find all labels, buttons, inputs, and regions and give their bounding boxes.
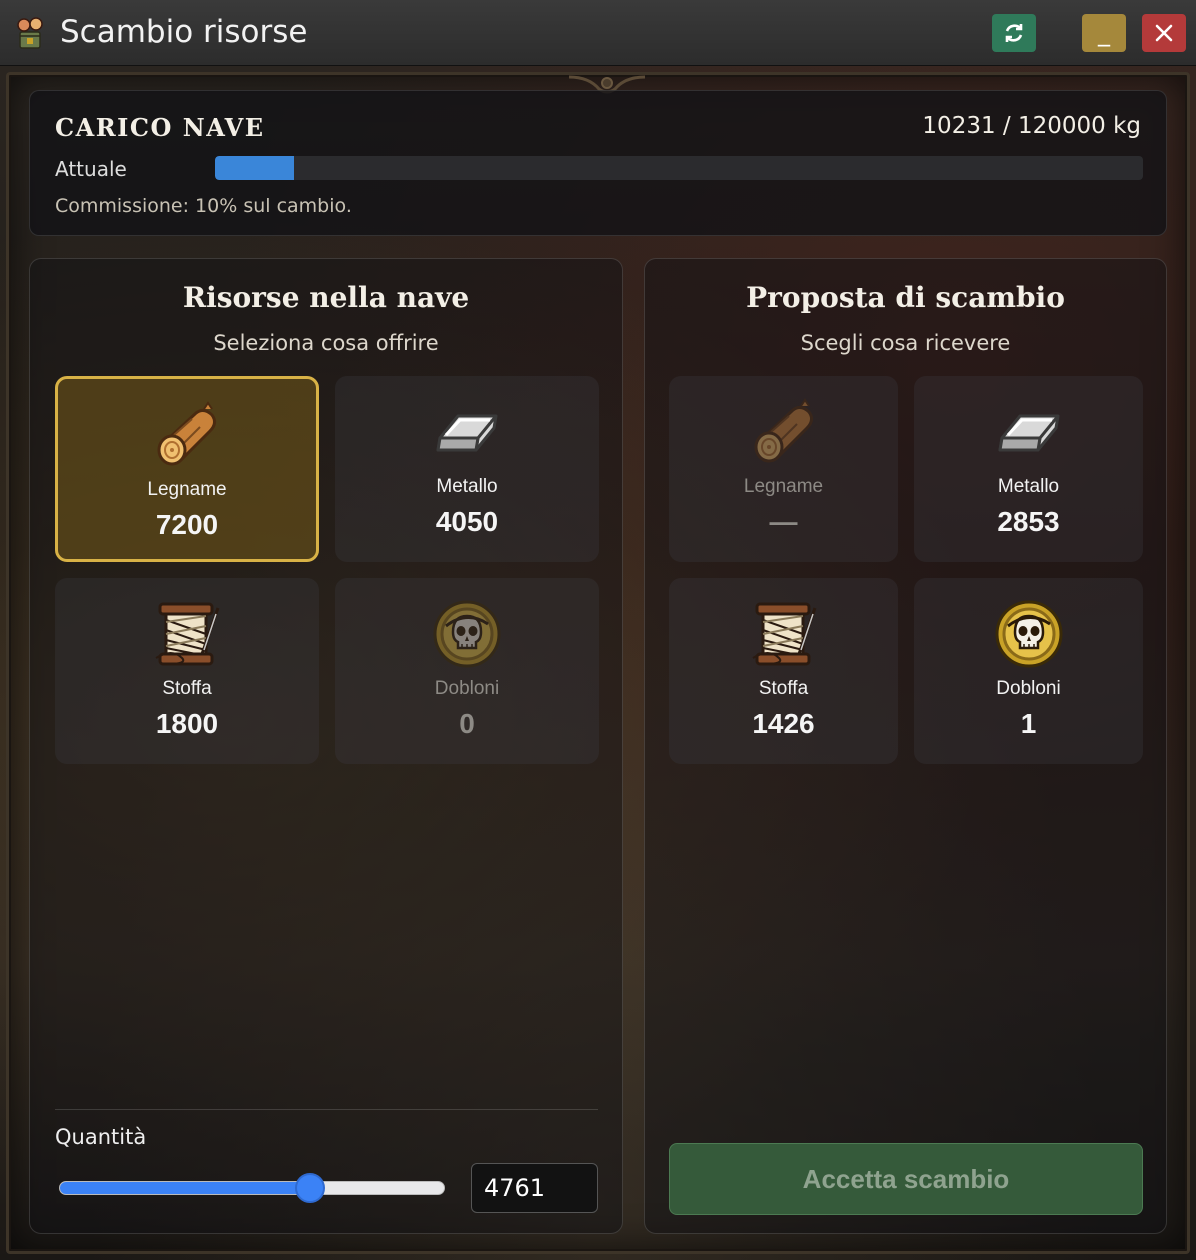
- receive-card-value: 2853: [997, 506, 1060, 537]
- offer-title: Risorse nella nave: [182, 281, 470, 314]
- close-button[interactable]: [1142, 14, 1186, 52]
- cargo-progress-bar: [215, 156, 1143, 180]
- offer-card-value: 7200: [155, 509, 219, 540]
- minimize-button[interactable]: _: [1082, 14, 1126, 52]
- skull-coin-icon: [994, 600, 1064, 668]
- window-titlebar: Scambio risorse _: [0, 0, 1196, 66]
- receive-card-dobloni[interactable]: Dobloni 1: [914, 578, 1143, 764]
- receive-card-value: —: [769, 506, 798, 537]
- cargo-amount: 10231 / 120000 kg: [922, 113, 1141, 139]
- metal-ingot-icon: [994, 398, 1064, 466]
- offer-card-legname[interactable]: Legname 7200: [55, 376, 319, 562]
- receive-card-name: Legname: [743, 476, 824, 497]
- offer-card-name: Dobloni: [434, 678, 500, 699]
- receive-card-name: Metallo: [997, 476, 1060, 497]
- trade-stage: CARICO NAVE 10231 / 120000 kg Attuale Co…: [0, 66, 1196, 1260]
- offer-panel: Risorse nella nave Seleziona cosa offrir…: [29, 258, 623, 1234]
- cargo-current-label: Attuale: [55, 157, 127, 181]
- receive-subtitle: Scegli cosa ricevere: [800, 331, 1011, 355]
- close-icon: [1155, 24, 1173, 42]
- metal-ingot-icon: [432, 398, 502, 466]
- receive-card-value: 1426: [752, 708, 815, 739]
- thread-spool-icon: [152, 600, 222, 668]
- quantity-divider: [55, 1109, 598, 1110]
- log-icon: [152, 401, 222, 469]
- cargo-title: CARICO NAVE: [55, 113, 265, 142]
- receive-card-name: Stoffa: [758, 678, 809, 699]
- offer-card-name: Metallo: [436, 476, 498, 497]
- slider-thumb[interactable]: [294, 1173, 325, 1203]
- receive-panel: Proposta di scambio Scegli cosa ricevere…: [644, 258, 1167, 1234]
- receive-card-value: 1: [1020, 708, 1037, 739]
- log-icon: [749, 398, 819, 466]
- quantity-label: Quantità: [55, 1125, 147, 1149]
- offer-card-value: 0: [459, 708, 475, 739]
- receive-card-metallo[interactable]: Metallo 2853: [914, 376, 1143, 562]
- slider-fill: [60, 1182, 310, 1194]
- receive-card-stoffa[interactable]: Stoffa 1426: [669, 578, 898, 764]
- cargo-panel: CARICO NAVE 10231 / 120000 kg Attuale Co…: [29, 90, 1167, 236]
- quantity-input[interactable]: [471, 1163, 598, 1213]
- trade-app-icon: [17, 17, 43, 49]
- refresh-button[interactable]: [992, 14, 1036, 52]
- offer-card-name: Stoffa: [162, 678, 212, 699]
- refresh-icon: [1002, 21, 1026, 45]
- offer-card-metallo[interactable]: Metallo 4050: [335, 376, 599, 562]
- cargo-progress-fill: [215, 156, 295, 180]
- commission-text: Commissione: 10% sul cambio.: [55, 195, 352, 217]
- offer-card-value: 1800: [155, 708, 219, 739]
- offer-card-name: Legname: [147, 479, 227, 500]
- accept-trade-button[interactable]: Accetta scambio: [669, 1143, 1143, 1215]
- skull-coin-icon: [432, 600, 502, 668]
- offer-card-dobloni[interactable]: Dobloni 0: [335, 578, 599, 764]
- window-title: Scambio risorse: [60, 14, 308, 50]
- quantity-slider[interactable]: [59, 1173, 445, 1203]
- offer-card-value: 4050: [435, 506, 499, 537]
- thread-spool-icon: [749, 600, 819, 668]
- offer-subtitle: Seleziona cosa offrire: [213, 331, 439, 355]
- receive-card-name: Dobloni: [996, 678, 1061, 699]
- slider-track[interactable]: [59, 1181, 445, 1195]
- receive-card-legname[interactable]: Legname —: [669, 376, 898, 562]
- receive-title: Proposta di scambio: [746, 281, 1065, 314]
- offer-card-stoffa[interactable]: Stoffa 1800: [55, 578, 319, 764]
